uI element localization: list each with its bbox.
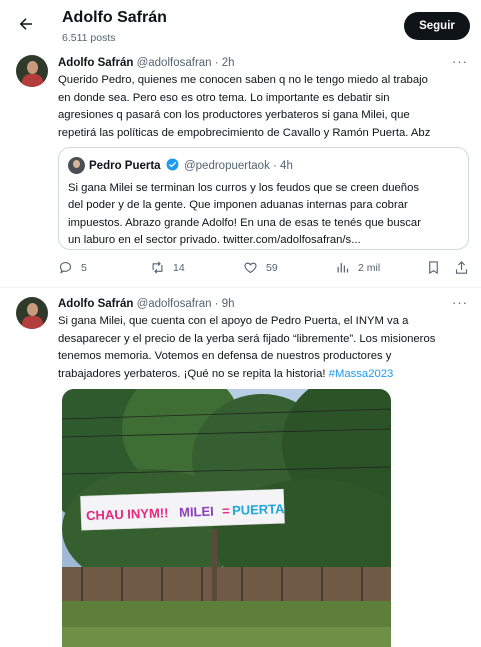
author-name[interactable]: Adolfo Safrán (58, 57, 133, 69)
tweet-line: trabajadores yerbateros. ¡Qué no se repi… (58, 367, 326, 380)
banner-text-puerta: PUERTA (232, 501, 286, 518)
quoted-tweet[interactable]: Pedro Puerta @pedropuertaok · 4h Si gana… (58, 147, 469, 250)
heart-icon (244, 262, 257, 274)
tweet[interactable]: Adolfo Safrán @adolfosafran · 2h ··· Que… (0, 0, 481, 287)
photo-scene: CHAU INYM!! MILEI = PUERTA (62, 389, 391, 647)
reply-icon (59, 261, 72, 274)
banner-text-milei: MILEI (179, 504, 214, 520)
more-options-icon[interactable]: ··· (452, 54, 468, 69)
tweet-line: Querido Pedro, quienes me conocen saben … (58, 74, 428, 86)
tweet-line: en donde sea. Pero eso es otro tema. Lo … (58, 91, 390, 104)
banner-text-eq: = (222, 503, 231, 518)
quote-line: impuestos. Abrazo grande Adolfo! En una … (68, 216, 421, 229)
share-icon (455, 261, 468, 274)
tweet-header: Adolfo Safrán @adolfosafran · 9h (58, 298, 235, 310)
tweet-actions: 5 14 59 2 mil (58, 260, 470, 278)
quote-author-name: Pedro Puerta (89, 160, 161, 172)
quote-header: Pedro Puerta @pedropuertaok · 4h (89, 158, 293, 172)
banner-text-left: CHAU INYM!! (86, 505, 169, 523)
like-button[interactable]: 59 (243, 260, 278, 275)
tweet-text: Querido Pedro, quienes me conocen saben … (58, 72, 470, 142)
view-count: 2 mil (358, 261, 381, 274)
author-handle-time[interactable]: @adolfosafran · 9h (137, 298, 235, 310)
avatar[interactable] (68, 157, 85, 174)
tweet-line: agresiones q pasará con los productores … (58, 109, 410, 122)
bookmark-icon (429, 261, 438, 275)
like-count: 59 (266, 261, 278, 274)
tweet-line: tenemos memoria. Votemos en defensa de n… (58, 350, 392, 363)
tweet-photo[interactable]: CHAU INYM!! MILEI = PUERTA (62, 389, 391, 647)
reply-count: 5 (81, 261, 87, 274)
reply-button[interactable]: 5 (58, 260, 87, 275)
verified-badge-icon (166, 158, 179, 171)
quote-line: Si gana Milei se terminan los curros y l… (68, 182, 420, 194)
bookmark-button[interactable] (426, 260, 441, 275)
tweet-header: Adolfo Safrán @adolfosafran · 2h (58, 57, 235, 69)
share-button[interactable] (454, 260, 469, 275)
author-handle-time[interactable]: @adolfosafran · 2h (137, 57, 235, 69)
retweet-button[interactable]: 14 (150, 260, 185, 275)
tweet-line: repetirá las políticas de empobrecimient… (58, 126, 431, 139)
tweet-text: Si gana Milei, que cuenta con el apoyo d… (58, 313, 470, 383)
quote-line: del poder y de la gente. Que imponen adu… (68, 199, 408, 212)
avatar[interactable] (16, 55, 48, 87)
retweet-count: 14 (173, 261, 185, 274)
retweet-icon (152, 261, 163, 274)
author-name[interactable]: Adolfo Safrán (58, 298, 133, 310)
views-button[interactable]: 2 mil (335, 260, 380, 275)
more-options-icon[interactable]: ··· (452, 295, 468, 310)
avatar[interactable] (16, 297, 48, 329)
quote-line: un laburo en el sector privado. twitter.… (68, 234, 361, 247)
tweet-line: Si gana Milei, que cuenta con el apoyo d… (58, 315, 409, 327)
quote-author-handle-time: @pedropuertaok · 4h (183, 160, 293, 172)
quote-text: Si gana Milei se terminan los curros y l… (68, 180, 463, 250)
tweet-line: desaparecer y el precio de la yerba será… (58, 332, 436, 345)
hashtag-link[interactable]: #Massa2023 (329, 368, 394, 380)
views-icon (337, 263, 349, 273)
